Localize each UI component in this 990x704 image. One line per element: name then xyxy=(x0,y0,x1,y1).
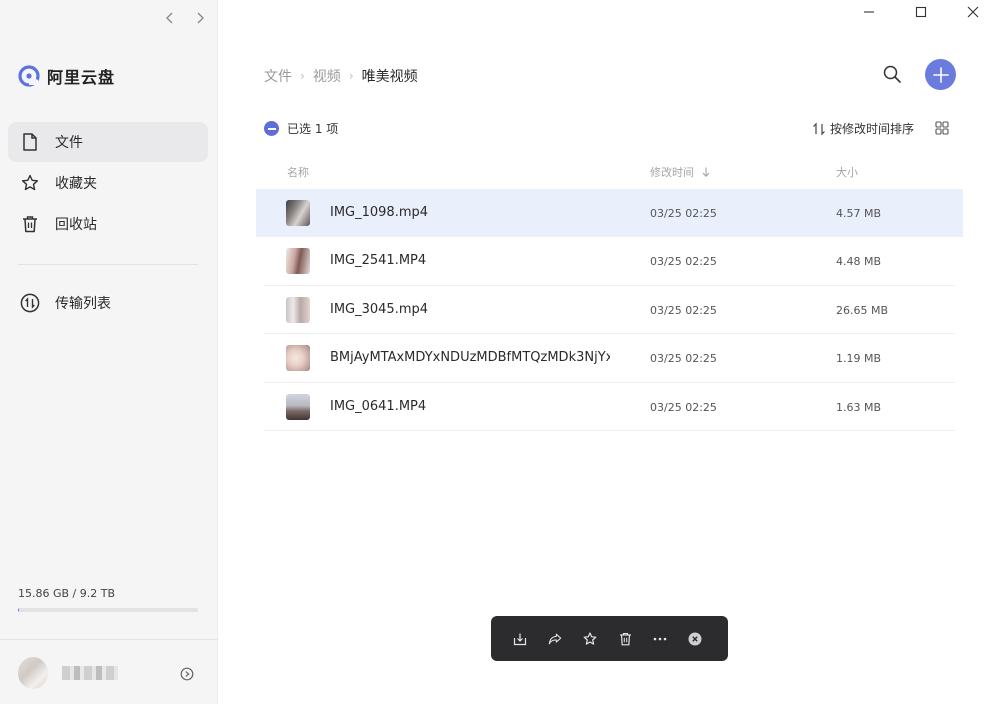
table-row[interactable]: IMG_3045.mp4 03/25 02:25 26.65 MB xyxy=(264,286,955,335)
app-window: 阿里云盘 文件 收藏夹 回收站 传输列表 15.86 GB / 9.2 TB 文… xyxy=(0,0,990,704)
video-thumbnail xyxy=(286,248,310,275)
storage-bar xyxy=(18,608,198,612)
chevron-right-icon: › xyxy=(300,69,305,83)
column-header-time[interactable]: 修改时间 xyxy=(650,164,712,180)
file-name: IMG_3045.mp4 xyxy=(330,301,429,317)
share-icon[interactable] xyxy=(548,632,562,646)
storage-text: 15.86 GB / 9.2 TB xyxy=(18,587,116,600)
grid-view-icon[interactable] xyxy=(935,120,949,135)
selection-count: 已选 1 项 xyxy=(287,122,339,136)
plus-icon xyxy=(932,66,949,83)
maximize-icon[interactable] xyxy=(914,5,928,19)
sort-button[interactable]: 按修改时间排序 xyxy=(812,120,914,137)
close-window-icon[interactable] xyxy=(966,5,980,19)
file-name: IMG_0641.MP4 xyxy=(330,398,427,414)
search-icon[interactable] xyxy=(882,64,902,84)
close-icon[interactable] xyxy=(688,632,702,646)
forward-arrow-icon[interactable] xyxy=(192,10,208,26)
file-name: BMjAyMTAxMDYxNDUzMDBfMTQzMDk3NjYx... xyxy=(330,350,610,366)
sidebar-divider xyxy=(18,264,198,265)
video-thumbnail xyxy=(286,296,310,323)
storage-usage: 15.86 GB / 9.2 TB xyxy=(18,587,198,612)
app-logo: 阿里云盘 xyxy=(17,64,115,88)
sort-desc-icon xyxy=(702,167,710,177)
sidebar-nav: 文件 收藏夹 回收站 xyxy=(8,122,208,245)
sidebar-item-label: 传输列表 xyxy=(55,296,111,312)
sidebar-item-label: 文件 xyxy=(55,135,83,151)
sidebar-item-favorites[interactable]: 收藏夹 xyxy=(8,163,208,203)
logo-icon xyxy=(18,65,40,87)
sidebar: 阿里云盘 文件 收藏夹 回收站 传输列表 15.86 GB / 9.2 TB xyxy=(0,0,218,704)
column-header-name[interactable]: 名称 xyxy=(287,164,309,180)
storage-fill xyxy=(18,608,19,612)
breadcrumb-current: 唯美视频 xyxy=(361,69,418,85)
file-time: 03/25 02:25 xyxy=(650,400,717,414)
minimize-icon[interactable] xyxy=(862,5,876,19)
sidebar-bottom-divider xyxy=(0,639,218,640)
file-size: 1.63 MB xyxy=(836,400,882,414)
file-list: IMG_1098.mp4 03/25 02:25 4.57 MB IMG_254… xyxy=(256,189,963,431)
file-icon xyxy=(20,132,40,152)
trash-icon xyxy=(20,214,40,234)
sort-icon xyxy=(812,122,826,136)
sort-label: 按修改时间排序 xyxy=(830,122,915,136)
breadcrumb-item[interactable]: 视频 xyxy=(313,66,341,86)
file-time: 03/25 02:25 xyxy=(650,352,717,366)
file-time: 03/25 02:25 xyxy=(650,303,717,317)
selection-status[interactable]: 已选 1 项 xyxy=(264,120,338,137)
selection-action-bar xyxy=(491,616,728,661)
username-blurred xyxy=(62,666,118,680)
table-row[interactable]: IMG_2541.MP4 03/25 02:25 4.48 MB xyxy=(264,237,955,286)
sidebar-item-trash[interactable]: 回收站 xyxy=(8,204,208,244)
sidebar-item-transfer[interactable]: 传输列表 xyxy=(8,283,208,323)
column-header-size[interactable]: 大小 xyxy=(836,164,858,180)
more-icon[interactable] xyxy=(653,632,667,646)
delete-icon[interactable] xyxy=(618,632,632,646)
sidebar-item-label: 回收站 xyxy=(55,217,97,233)
deselect-icon[interactable] xyxy=(264,121,279,136)
video-thumbnail xyxy=(286,393,310,420)
column-header-time-label: 修改时间 xyxy=(650,166,694,179)
transfer-icon xyxy=(20,293,40,313)
table-row[interactable]: BMjAyMTAxMDYxNDUzMDBfMTQzMDk3NjYx... 03/… xyxy=(264,334,955,383)
breadcrumb-item[interactable]: 文件 xyxy=(264,66,292,86)
file-name: IMG_1098.mp4 xyxy=(330,205,429,220)
file-time: 03/25 02:25 xyxy=(650,207,717,220)
history-nav xyxy=(162,10,208,26)
breadcrumb: 文件 › 视频 › 唯美视频 xyxy=(264,66,418,86)
file-time: 03/25 02:25 xyxy=(650,255,717,269)
table-row[interactable]: IMG_1098.mp4 03/25 02:25 4.57 MB xyxy=(256,189,963,238)
sidebar-item-label: 收藏夹 xyxy=(55,176,97,192)
file-size: 4.57 MB xyxy=(836,207,882,220)
star-icon xyxy=(20,173,40,193)
table-row[interactable]: IMG_0641.MP4 03/25 02:25 1.63 MB xyxy=(264,383,955,431)
avatar xyxy=(18,657,48,689)
download-icon[interactable] xyxy=(513,632,527,646)
window-controls xyxy=(862,5,980,19)
video-thumbnail xyxy=(286,200,310,226)
back-arrow-icon[interactable] xyxy=(162,10,178,26)
add-button[interactable] xyxy=(925,59,956,90)
table-header: 名称 修改时间 大小 xyxy=(256,160,963,182)
sidebar-item-files[interactable]: 文件 xyxy=(8,122,208,162)
video-thumbnail xyxy=(286,345,310,372)
sidebar-nav-secondary: 传输列表 xyxy=(8,283,208,324)
app-name: 阿里云盘 xyxy=(47,68,116,87)
file-size: 4.48 MB xyxy=(836,255,882,269)
chevron-right-icon: › xyxy=(348,69,354,83)
user-menu-icon[interactable] xyxy=(180,666,194,681)
file-size: 1.19 MB xyxy=(836,352,882,366)
user-profile[interactable] xyxy=(18,657,118,689)
file-name: IMG_2541.MP4 xyxy=(330,253,427,269)
favorite-icon[interactable] xyxy=(583,631,597,646)
file-size: 26.65 MB xyxy=(836,303,889,317)
